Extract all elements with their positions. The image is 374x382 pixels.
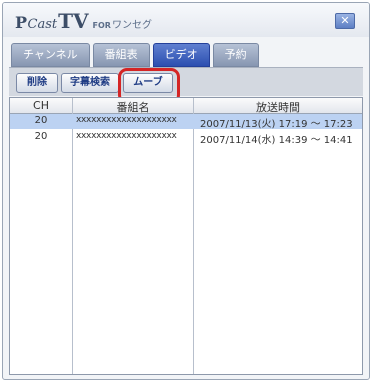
close-icon[interactable]: ✕ xyxy=(335,13,355,29)
tab-reservation[interactable]: 予約 xyxy=(212,43,259,67)
cell-broadcast-time: 2007/11/14(水) 14:39 ～ 14:41 xyxy=(200,135,353,146)
cell-program-name: xxxxxxxxxxxxxxxxxxxx xyxy=(76,115,177,125)
cell-ch: 20 xyxy=(34,131,48,142)
logo-subtitle: ワンセグ xyxy=(111,20,152,31)
table-row[interactable]: 20 xxxxxxxxxxxxxxxxxxxx 2007/11/13(火) 17… xyxy=(10,114,362,130)
app-window: P Cast TV FOR ワンセグ ✕ チャンネル 番組表 ビデオ 予約 削除… xyxy=(2,2,370,380)
delete-button[interactable]: 削除 xyxy=(16,73,58,93)
table-header: CH 番組名 放送時間 xyxy=(10,98,362,114)
column-header-ch[interactable]: CH xyxy=(10,99,72,112)
cell-program-name: xxxxxxxxxxxxxxxxxxxx xyxy=(76,131,177,141)
cell-ch: 20 xyxy=(34,115,48,126)
tab-channel[interactable]: チャンネル xyxy=(11,43,90,67)
logo-tv: TV xyxy=(58,9,89,33)
logo-for: FOR xyxy=(92,21,111,30)
tab-bar: チャンネル 番組表 ビデオ 予約 xyxy=(11,43,259,67)
logo-p: P xyxy=(15,13,27,32)
cell-broadcast-time: 2007/11/13(火) 17:19 ～ 17:23 xyxy=(200,119,353,130)
logo-cast: Cast xyxy=(27,17,58,32)
tab-program-guide[interactable]: 番組表 xyxy=(92,43,150,67)
column-header-program-name[interactable]: 番組名 xyxy=(73,99,193,115)
column-header-broadcast-time[interactable]: 放送時間 xyxy=(194,99,362,115)
tab-video[interactable]: ビデオ xyxy=(152,43,210,67)
video-list-table: CH 番組名 放送時間 20 xxxxxxxxxxxxxxxxxxxx 2007… xyxy=(9,97,363,375)
subtitle-search-button[interactable]: 字幕検索 xyxy=(61,73,119,93)
table-row[interactable]: 20 xxxxxxxxxxxxxxxxxxxx 2007/11/14(水) 14… xyxy=(10,130,362,146)
title-bar: P Cast TV FOR ワンセグ ✕ xyxy=(3,3,369,37)
toolbar: 削除 字幕検索 ムーブ xyxy=(9,67,363,96)
app-logo: P Cast TV FOR ワンセグ xyxy=(15,9,152,33)
